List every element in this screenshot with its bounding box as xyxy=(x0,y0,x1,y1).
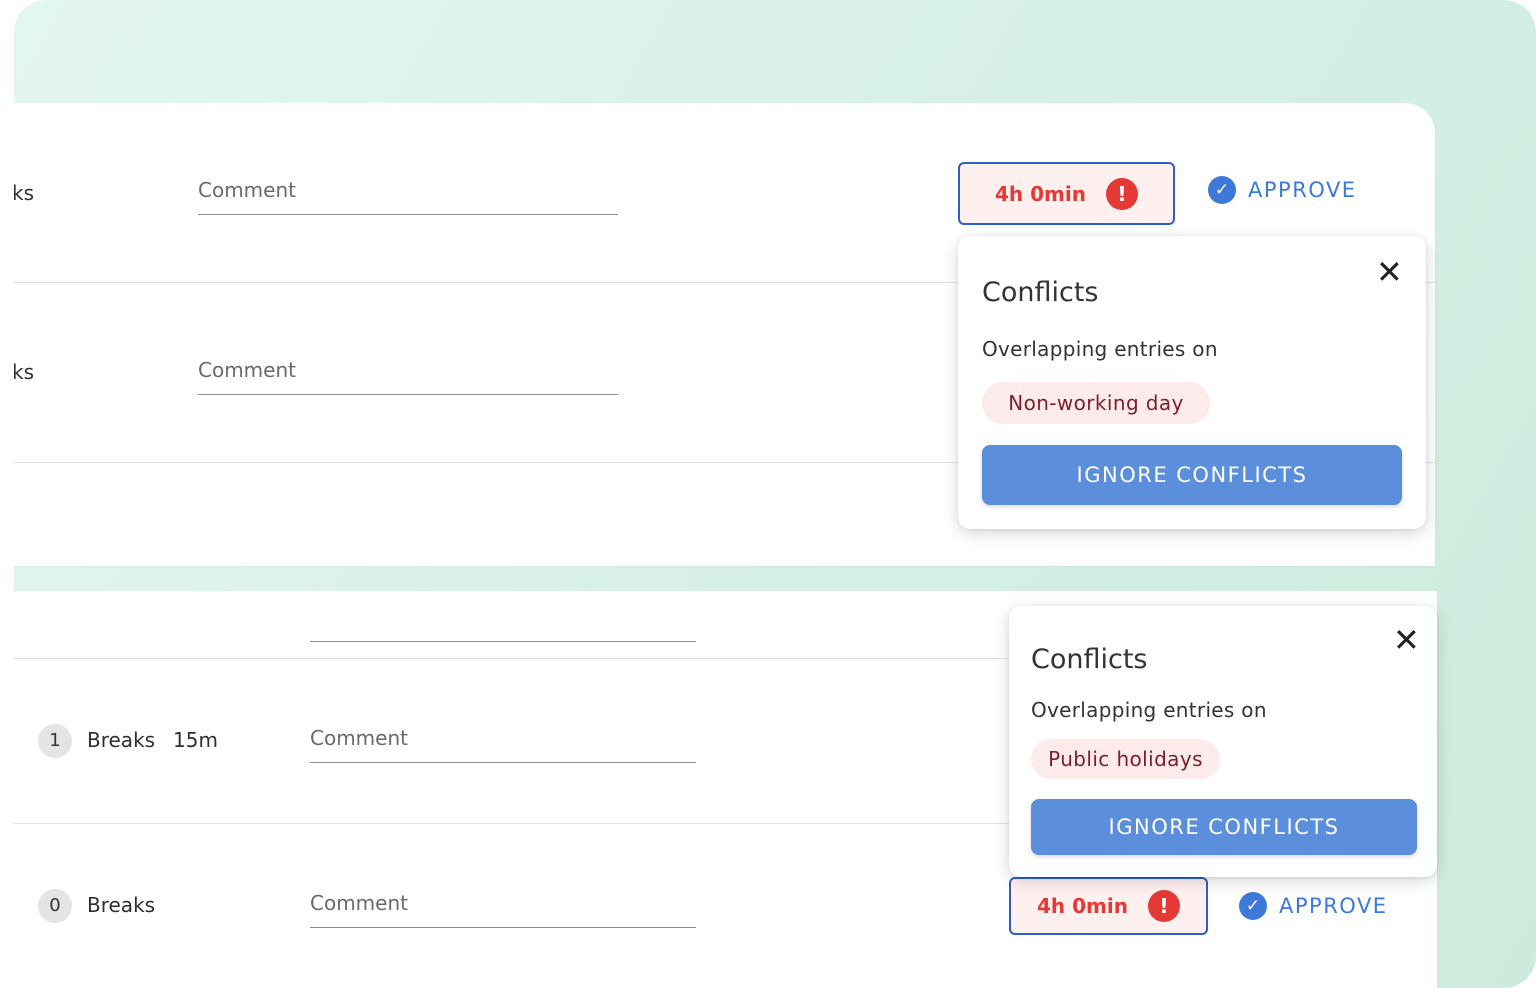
alert-circle-icon: ! xyxy=(1105,177,1138,210)
comment-placeholder: Comment xyxy=(198,178,296,202)
breaks-label: Breaks xyxy=(87,728,156,752)
comment-field[interactable]: Comment xyxy=(310,711,696,763)
comment-field[interactable]: Comment xyxy=(198,163,618,215)
popover-subtitle: Overlapping entries on xyxy=(982,337,1218,361)
comment-field[interactable]: Comment xyxy=(310,876,696,928)
ignore-conflicts-button[interactable]: IGNORE CONFLICTS xyxy=(982,445,1402,505)
comment-placeholder: Comment xyxy=(310,891,408,915)
comment-placeholder: Comment xyxy=(310,726,408,750)
breaks-count-badge: 1 xyxy=(38,724,72,758)
duration-badge[interactable]: 4h 0min ! xyxy=(1009,877,1208,935)
approve-button[interactable]: ✓ APPROVE xyxy=(1239,892,1388,920)
comment-placeholder: Comment xyxy=(198,358,296,382)
conflicts-popover: ✕ Conflicts Overlapping entries on Non-w… xyxy=(958,236,1426,529)
popover-subtitle: Overlapping entries on xyxy=(1031,698,1267,722)
breaks-duration: 15m xyxy=(173,728,218,752)
close-icon[interactable]: ✕ xyxy=(1376,256,1403,288)
close-icon[interactable]: ✕ xyxy=(1393,624,1420,656)
approve-label: APPROVE xyxy=(1279,894,1388,918)
breaks-label: Breaks xyxy=(87,893,156,917)
conflict-chip: Non-working day xyxy=(982,382,1210,424)
duration-value: 4h 0min xyxy=(1037,894,1128,918)
conflict-chip: Public holidays xyxy=(1031,739,1220,779)
approve-label: APPROVE xyxy=(1248,178,1357,202)
breaks-count-badge: 0 xyxy=(38,889,72,923)
duration-badge[interactable]: 4h 0min ! xyxy=(958,162,1175,225)
comment-field[interactable] xyxy=(310,641,696,642)
breaks-label-partial: ks xyxy=(14,181,35,205)
check-circle-icon: ✓ xyxy=(1208,176,1236,204)
screenshot-frame: ks Comment 4h 0min ! ✓ APPROVE ks Commen… xyxy=(14,0,1536,988)
conflicts-popover: ✕ Conflicts Overlapping entries on Publi… xyxy=(1009,606,1437,877)
popover-title: Conflicts xyxy=(982,277,1099,308)
duration-value: 4h 0min xyxy=(995,181,1086,206)
popover-title: Conflicts xyxy=(1031,644,1148,675)
check-circle-icon: ✓ xyxy=(1239,892,1267,920)
ignore-conflicts-button[interactable]: IGNORE CONFLICTS xyxy=(1031,799,1417,855)
comment-field[interactable]: Comment xyxy=(198,343,618,395)
alert-circle-icon: ! xyxy=(1147,890,1180,922)
approve-button[interactable]: ✓ APPROVE xyxy=(1208,176,1357,204)
breaks-label-partial: ks xyxy=(14,360,35,384)
